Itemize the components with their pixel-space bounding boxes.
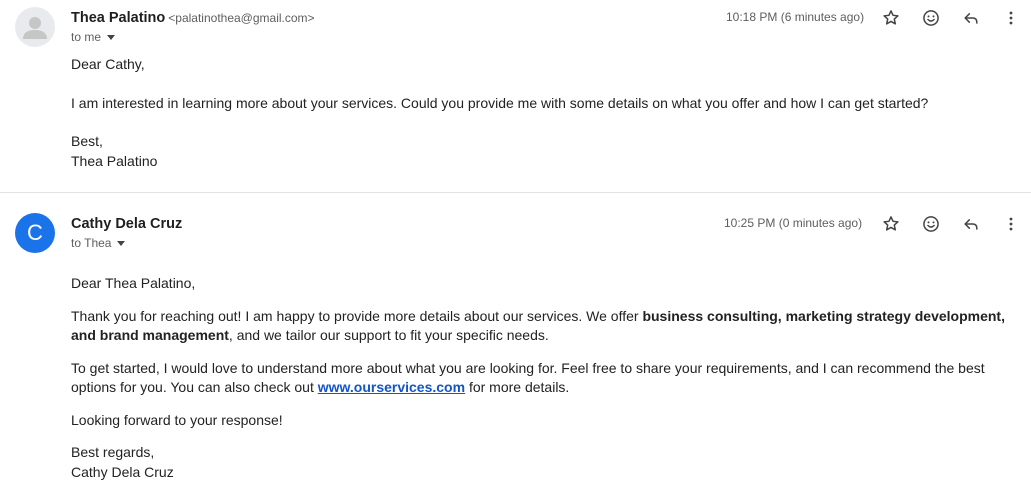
caret-down-icon — [107, 34, 116, 40]
caret-down-icon — [117, 240, 126, 246]
star-icon[interactable] — [871, 6, 911, 30]
recipient-details-toggle[interactable]: to me — [71, 30, 116, 44]
emoji-icon[interactable] — [911, 212, 951, 236]
body-paragraph: I am interested in learning more about y… — [71, 94, 929, 111]
more-vert-icon[interactable] — [991, 6, 1031, 30]
signature: Cathy Dela Cruz — [71, 463, 174, 480]
more-vert-icon[interactable] — [991, 212, 1031, 236]
recipient-label: to me — [71, 30, 102, 44]
emoji-icon[interactable] — [911, 6, 951, 30]
sender-line: Thea Palatino <palatinothea@gmail.com> — [71, 9, 315, 26]
sender-email: <palatinothea@gmail.com> — [168, 11, 315, 25]
recipient-details-toggle[interactable]: to Thea — [71, 236, 126, 250]
body-paragraph: Looking forward to your response! — [71, 411, 283, 428]
sender-name[interactable]: Cathy Dela Cruz — [71, 216, 182, 232]
signoff: Best, — [71, 133, 103, 149]
message-time: 10:25 PM (0 minutes ago) — [724, 216, 863, 230]
sender-line: Cathy Dela Cruz — [71, 215, 182, 232]
signature: Thea Palatino — [71, 152, 158, 169]
paragraph-text: for more details. — [465, 379, 570, 395]
signoff: Best regards, — [71, 444, 155, 460]
sender-avatar[interactable] — [15, 7, 55, 47]
body-paragraph: To get started, I would love to understa… — [71, 359, 1021, 398]
reply-icon[interactable] — [951, 212, 991, 236]
sender-name[interactable]: Thea Palatino — [71, 10, 165, 26]
paragraph-text: , and we tailor our support to fit your … — [228, 327, 549, 343]
body-paragraph: Thank you for reaching out! I am happy t… — [71, 307, 1021, 346]
greeting: Dear Thea Palatino, — [71, 275, 196, 291]
message-body: Dear Cathy, I am interested in learning … — [71, 55, 1021, 171]
recipient-label: to Thea — [71, 236, 112, 250]
paragraph-text: Thank you for reaching out! I am happy t… — [71, 307, 643, 324]
default-person-icon — [23, 17, 47, 39]
greeting: Dear Cathy, — [71, 56, 145, 72]
reply-icon[interactable] — [951, 6, 991, 30]
avatar-letter: C — [27, 220, 43, 245]
star-icon[interactable] — [871, 212, 911, 236]
message-body: Dear Thea Palatino, Thank you for reachi… — [71, 274, 1021, 482]
message-time: 10:18 PM (6 minutes ago) — [726, 10, 865, 24]
email-message-1: Thea Palatino <palatinothea@gmail.com> to… — [0, 0, 1031, 192]
message-actions — [871, 6, 1031, 30]
message-actions — [871, 212, 1031, 236]
sender-avatar[interactable]: C — [15, 213, 55, 253]
email-message-2: C Cathy Dela Cruz to Thea 10:25 PM (0 mi… — [0, 193, 1031, 490]
services-link[interactable]: www.ourservices.com — [318, 379, 465, 395]
